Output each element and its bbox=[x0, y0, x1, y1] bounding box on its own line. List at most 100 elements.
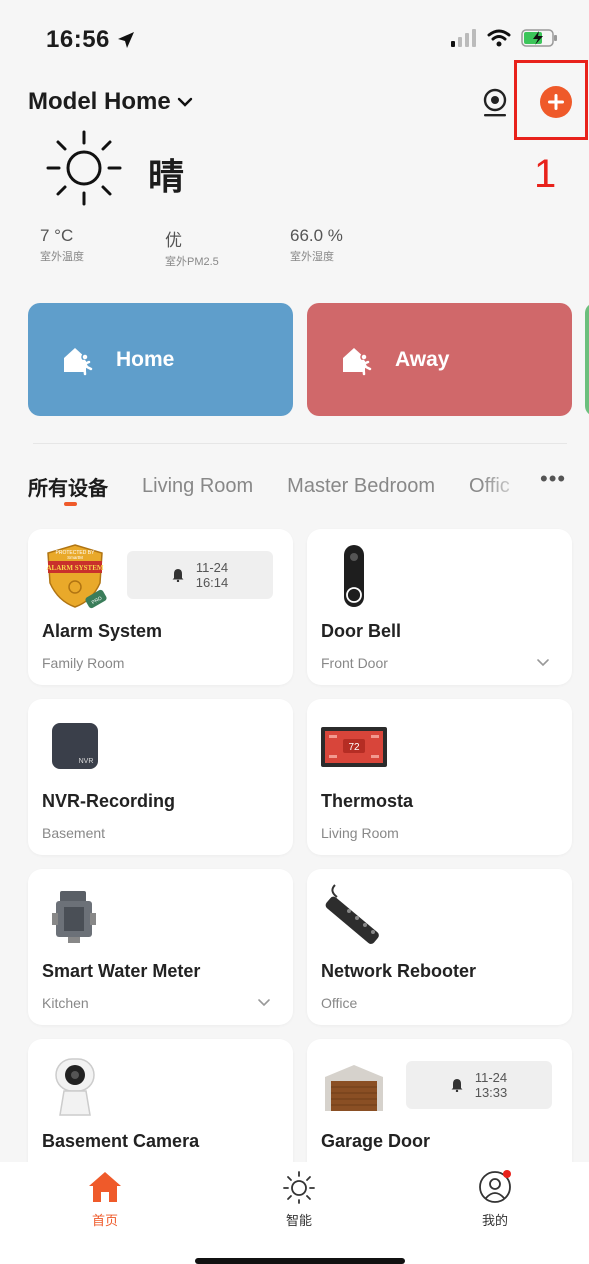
thermostat-thumbnail: 72 bbox=[321, 713, 387, 779]
stat-humidity: 66.0 % 室外湿度 bbox=[290, 226, 415, 269]
nvr-label: NVR bbox=[79, 758, 94, 765]
weather-stats: 7 °C 室外温度 优 室外PM2.5 66.0 % 室外湿度 bbox=[40, 226, 415, 269]
device-card-thermostat[interactable]: 72 Thermosta Living Room bbox=[307, 699, 572, 855]
device-card-alarm-system[interactable]: PROTECTED BY SmartM ALARM SYSTEM PRO 11-… bbox=[28, 529, 293, 685]
scene-home-button[interactable]: Home bbox=[28, 303, 293, 416]
stat-pm25: 优 室外PM2.5 bbox=[165, 226, 290, 269]
device-card-door-bell[interactable]: Door Bell Front Door bbox=[307, 529, 572, 685]
device-name: Thermosta bbox=[321, 791, 414, 811]
last-alert-chip: 11-24 16:14 bbox=[127, 551, 273, 599]
stat-label: 室外PM2.5 bbox=[165, 256, 219, 268]
wifi-icon bbox=[487, 29, 511, 47]
device-name: Network Rebooter bbox=[321, 961, 477, 981]
location-arrow-icon bbox=[117, 32, 134, 48]
doorbell-icon bbox=[344, 545, 364, 607]
more-tabs-button[interactable]: ••• bbox=[540, 466, 566, 492]
device-room: Front Door bbox=[321, 655, 388, 671]
thermostat-reading: 72 bbox=[348, 742, 360, 753]
device-room: Office bbox=[321, 995, 358, 1011]
chevron-down-icon[interactable] bbox=[257, 995, 271, 1009]
rebooter-thumbnail bbox=[321, 883, 387, 949]
door-bell-thumbnail bbox=[321, 543, 387, 609]
alert-time: 11-24 16:14 bbox=[196, 560, 229, 590]
device-name: Basement Camera bbox=[42, 1131, 200, 1151]
nav-smart[interactable]: 智能 bbox=[259, 1170, 339, 1229]
bell-icon bbox=[451, 1079, 463, 1092]
stat-temperature: 7 °C 室外温度 bbox=[40, 226, 165, 269]
battery-charging-icon bbox=[521, 29, 557, 47]
alarm-system-thumbnail: PROTECTED BY SmartM ALARM SYSTEM PRO bbox=[42, 543, 108, 609]
device-name: Garage Door bbox=[321, 1131, 431, 1151]
status-icons bbox=[451, 28, 559, 48]
house-walk-icon bbox=[64, 347, 93, 375]
home-selector[interactable]: Model Home bbox=[28, 88, 193, 116]
tab-master-bedroom[interactable]: Master Bedroom bbox=[287, 475, 435, 498]
home-icon bbox=[89, 1172, 121, 1202]
device-name: Door Bell bbox=[321, 621, 402, 641]
device-room: Family Room bbox=[42, 655, 125, 671]
device-room: Basement bbox=[42, 825, 106, 841]
device-card-nvr-recording[interactable]: NVR NVR-Recording Basement bbox=[28, 699, 293, 855]
tab-active-indicator bbox=[64, 502, 77, 506]
tab-all-devices[interactable]: 所有设备 bbox=[28, 472, 108, 501]
bottom-navigation: 首页 智能 我的 bbox=[0, 1162, 589, 1264]
camera-thumbnail bbox=[42, 1053, 108, 1119]
scene-next-peek[interactable] bbox=[585, 303, 589, 416]
device-card-network-rebooter[interactable]: Network Rebooter Office bbox=[307, 869, 572, 1025]
bell-icon bbox=[172, 569, 184, 582]
scene-label: Away bbox=[395, 347, 450, 371]
profile-icon bbox=[479, 1170, 511, 1203]
alert-clock: 16:14 bbox=[195, 575, 229, 590]
stat-label: 室外温度 bbox=[40, 251, 84, 263]
annotation-number: 1 bbox=[534, 152, 557, 196]
nav-label: 首页 bbox=[91, 1213, 118, 1228]
add-device-button[interactable] bbox=[540, 86, 572, 118]
scene-label: Home bbox=[116, 347, 175, 371]
tab-living-room[interactable]: Living Room bbox=[142, 475, 253, 498]
stat-label: 室外湿度 bbox=[290, 251, 334, 263]
power-strip-icon bbox=[325, 884, 379, 944]
weather-condition: 晴 bbox=[148, 156, 185, 197]
alert-date: 11-24 bbox=[195, 560, 229, 575]
home-name: Model Home bbox=[28, 88, 171, 115]
sunny-icon bbox=[46, 130, 122, 206]
nav-label: 智能 bbox=[285, 1213, 312, 1228]
last-alert-chip: 11-24 13:33 bbox=[406, 1061, 552, 1109]
alert-date: 11-24 bbox=[474, 1070, 508, 1085]
water-meter-icon bbox=[52, 891, 96, 943]
security-camera-icon bbox=[55, 1058, 95, 1116]
chevron-down-icon[interactable] bbox=[536, 655, 550, 669]
home-indicator bbox=[195, 1258, 405, 1264]
scene-away-button[interactable]: Away bbox=[307, 303, 572, 416]
nav-home[interactable]: 首页 bbox=[65, 1170, 145, 1229]
nvr-thumbnail: NVR bbox=[42, 713, 108, 779]
status-time: 16:56 bbox=[46, 26, 136, 54]
header: Model Home bbox=[0, 80, 589, 130]
tab-fade bbox=[480, 462, 530, 502]
stat-value: 66.0 % bbox=[290, 226, 343, 245]
nvr-device-icon: NVR bbox=[52, 723, 98, 769]
chevron-down-icon bbox=[177, 97, 192, 107]
thermostat-icon: 72 bbox=[321, 727, 387, 767]
garage-thumbnail bbox=[321, 1053, 387, 1119]
sun-icon bbox=[283, 1171, 315, 1204]
plus-icon bbox=[548, 94, 564, 110]
alarm-badge-icon: PROTECTED BY SmartM ALARM SYSTEM PRO bbox=[47, 544, 107, 609]
water-meter-thumbnail bbox=[42, 883, 108, 949]
alert-clock: 13:33 bbox=[474, 1085, 508, 1100]
nav-profile[interactable]: 我的 bbox=[455, 1170, 535, 1229]
device-card-smart-water-meter[interactable]: Smart Water Meter Kitchen bbox=[28, 869, 293, 1025]
badge-text-alarm: ALARM SYSTEM bbox=[47, 564, 104, 572]
time-text: 16:56 bbox=[46, 26, 110, 53]
house-walk-icon bbox=[343, 347, 372, 375]
nav-label: 我的 bbox=[481, 1213, 508, 1228]
badge-text-brand: SmartM bbox=[67, 555, 83, 560]
status-bar: 16:56 bbox=[0, 0, 589, 80]
device-room: Living Room bbox=[321, 825, 399, 841]
stat-value: 优 bbox=[165, 231, 182, 250]
device-name: NVR-Recording bbox=[42, 791, 176, 811]
device-room: Kitchen bbox=[42, 995, 89, 1011]
garage-door-icon bbox=[325, 1065, 383, 1111]
camera-view-icon[interactable] bbox=[482, 88, 508, 118]
device-name: Alarm System bbox=[42, 621, 163, 641]
